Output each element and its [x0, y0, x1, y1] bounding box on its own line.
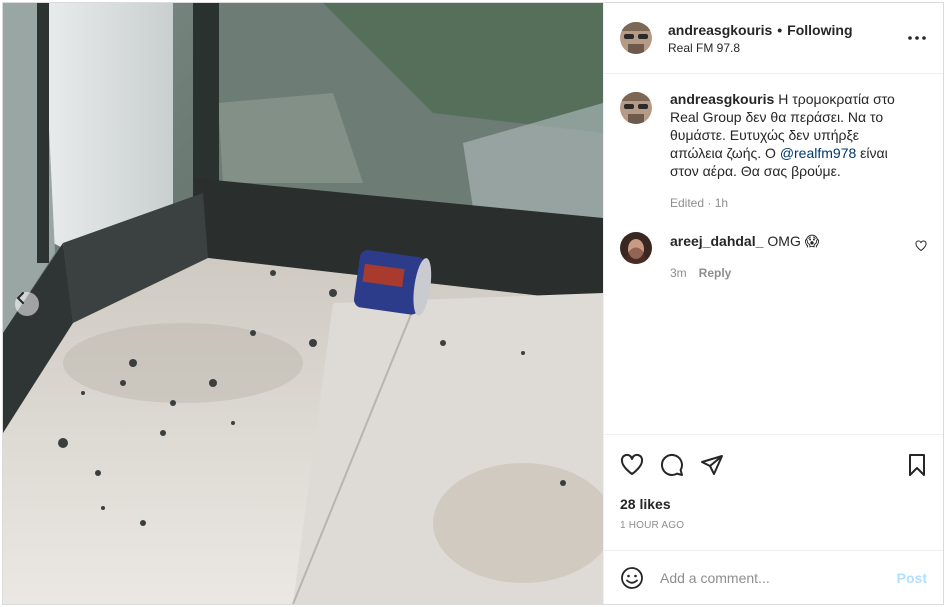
- caption-mention-link[interactable]: @realfm978: [780, 145, 856, 161]
- post-timestamp[interactable]: 1 hour ago: [604, 520, 943, 534]
- action-bar: [604, 434, 943, 494]
- send-icon[interactable]: [700, 453, 724, 477]
- likes-count[interactable]: 28 likes: [604, 494, 943, 514]
- photo-illustration: [3, 3, 603, 604]
- add-comment-bar: Post: [604, 550, 943, 604]
- author-username[interactable]: andreasgkouris: [668, 22, 772, 38]
- comment-reply-button[interactable]: Reply: [699, 266, 732, 280]
- caption-edited-label: Edited · 1h: [670, 196, 729, 210]
- heart-icon[interactable]: [620, 453, 644, 477]
- post-dialog: andreasgkouris • Following Real FM 97.8: [2, 2, 944, 605]
- emoji-icon[interactable]: [620, 566, 644, 590]
- commenter-username[interactable]: areej_dahdal_: [670, 233, 763, 249]
- caption: andreasgkouris Η τρομοκρατία στο Real Gro…: [620, 90, 927, 210]
- chevron-left-icon: [16, 292, 24, 304]
- post-side-panel: andreasgkouris • Following Real FM 97.8: [603, 3, 943, 604]
- carousel-prev-button[interactable]: [15, 292, 39, 316]
- comment-item: areej_dahdal_ OMG 😱 3m Reply: [620, 230, 927, 280]
- caption-text: andreasgkouris Η τρομοκρατία στο Real Gro…: [670, 90, 911, 180]
- comments-section: andreasgkouris Η τρομοκρατία στο Real Gro…: [604, 74, 943, 434]
- post-photo[interactable]: [3, 3, 603, 604]
- post-header: andreasgkouris • Following Real FM 97.8: [604, 3, 943, 74]
- author-avatar[interactable]: [620, 22, 652, 54]
- comment-age: 3m: [670, 266, 687, 280]
- post-location[interactable]: Real FM 97.8: [668, 41, 905, 55]
- bookmark-icon[interactable]: [905, 453, 929, 477]
- comment-input[interactable]: [660, 569, 897, 586]
- more-options-icon: [908, 36, 926, 40]
- post-comment-button[interactable]: Post: [897, 570, 927, 586]
- comment-icon[interactable]: [660, 453, 684, 477]
- more-options-button[interactable]: [905, 26, 929, 50]
- commenter-avatar[interactable]: [620, 232, 652, 264]
- comment-text: OMG 😱: [767, 233, 820, 249]
- following-button[interactable]: Following: [787, 22, 852, 38]
- comment-like-heart-icon[interactable]: [915, 240, 927, 252]
- caption-author-avatar[interactable]: [620, 92, 652, 124]
- caption-username[interactable]: andreasgkouris: [670, 91, 774, 107]
- separator-dot: •: [777, 21, 783, 38]
